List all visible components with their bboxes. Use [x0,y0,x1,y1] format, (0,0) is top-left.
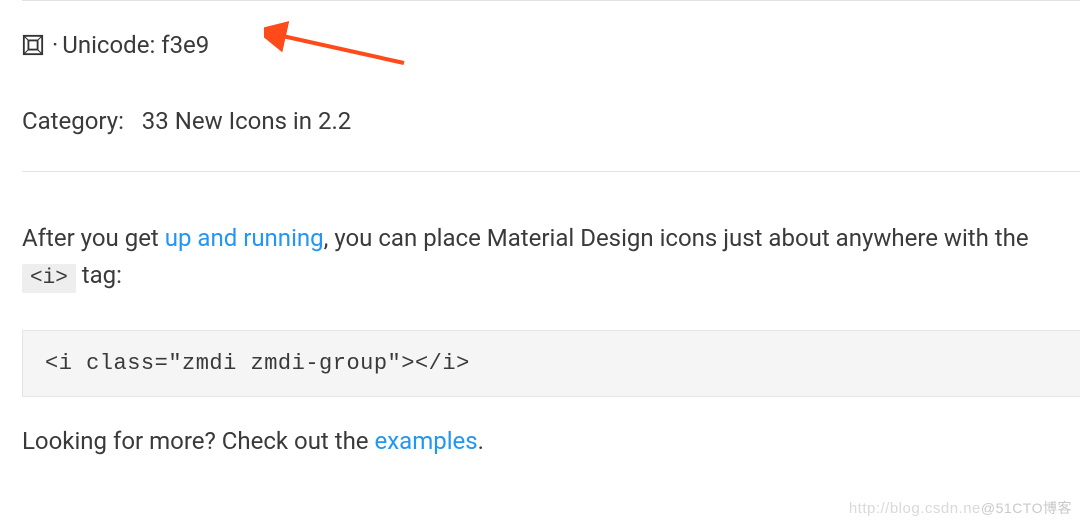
inline-code-i-tag: <i> [22,264,76,293]
group-icon [22,34,44,56]
category-row: Category: 33 New Icons in 2.2 [22,69,1080,171]
up-and-running-link[interactable]: up and running [165,224,324,252]
intro-paragraph: After you get up and running, you can pl… [22,172,1080,296]
category-value: 33 New Icons in 2.2 [142,107,351,135]
watermark-suffix: @51CTO博客 [981,500,1072,516]
meta-separator: · [52,31,58,59]
footer-text-2: . [478,427,484,455]
intro-text-1: After you get [22,224,165,252]
intro-text-3: tag: [76,261,122,289]
examples-link[interactable]: examples [375,427,478,455]
watermark-url: http://blog.csdn.ne [849,500,981,517]
footer-paragraph: Looking for more? Check out the examples… [22,417,1080,455]
watermark: http://blog.csdn.ne@51CTO博客 [849,498,1072,518]
icon-meta-row: · Unicode: f3e9 [22,1,1080,69]
category-label: Category: [22,107,124,135]
footer-text-1: Looking for more? Check out the [22,427,375,455]
code-example-block: <i class="zmdi zmdi-group"></i> [22,330,1080,397]
unicode-label: Unicode: [62,31,155,59]
intro-text-2: , you can place Material Design icons ju… [324,224,1029,252]
unicode-value: f3e9 [161,31,209,59]
